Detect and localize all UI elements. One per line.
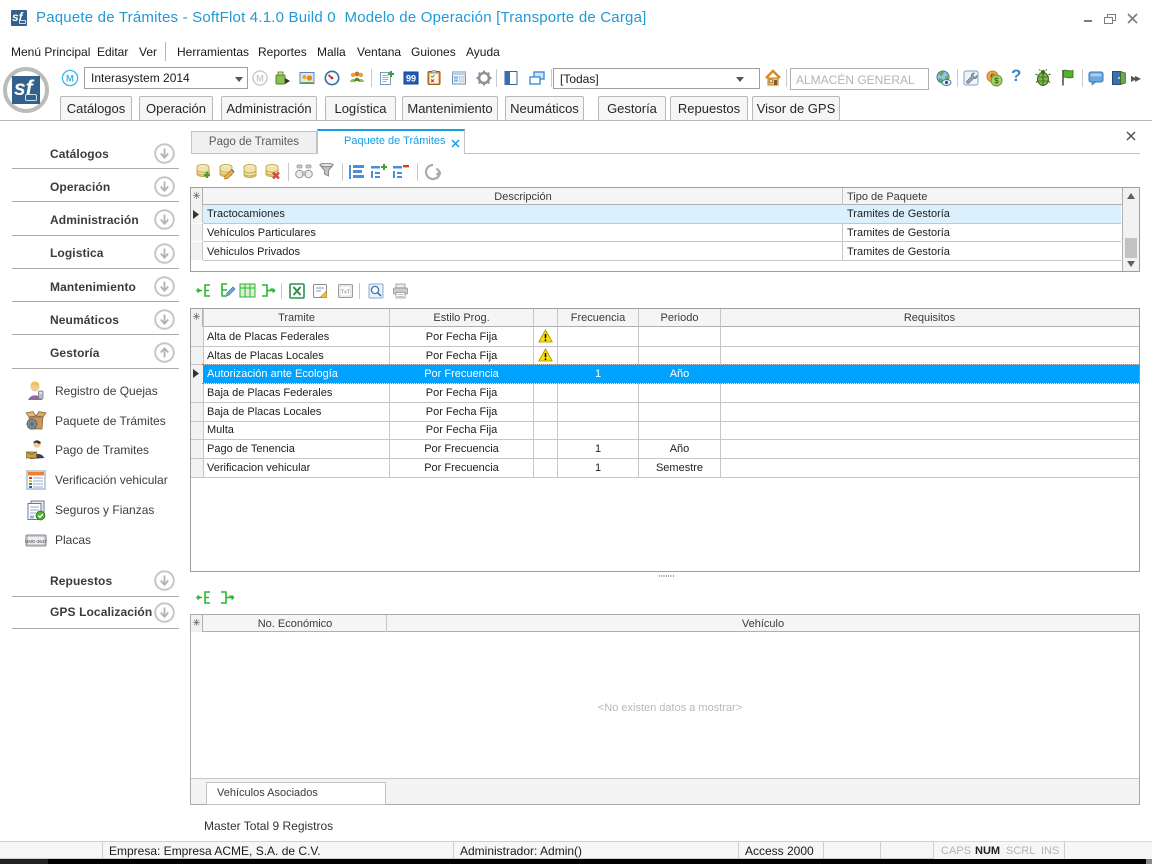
svg-text:TxT: TxT: [341, 290, 351, 296]
svg-text:UMD-3647: UMD-3647: [25, 539, 47, 544]
svg-text:99: 99: [406, 74, 416, 84]
svg-text:M: M: [256, 74, 264, 84]
svg-text:$: $: [994, 77, 999, 86]
svg-text:M: M: [66, 74, 74, 85]
